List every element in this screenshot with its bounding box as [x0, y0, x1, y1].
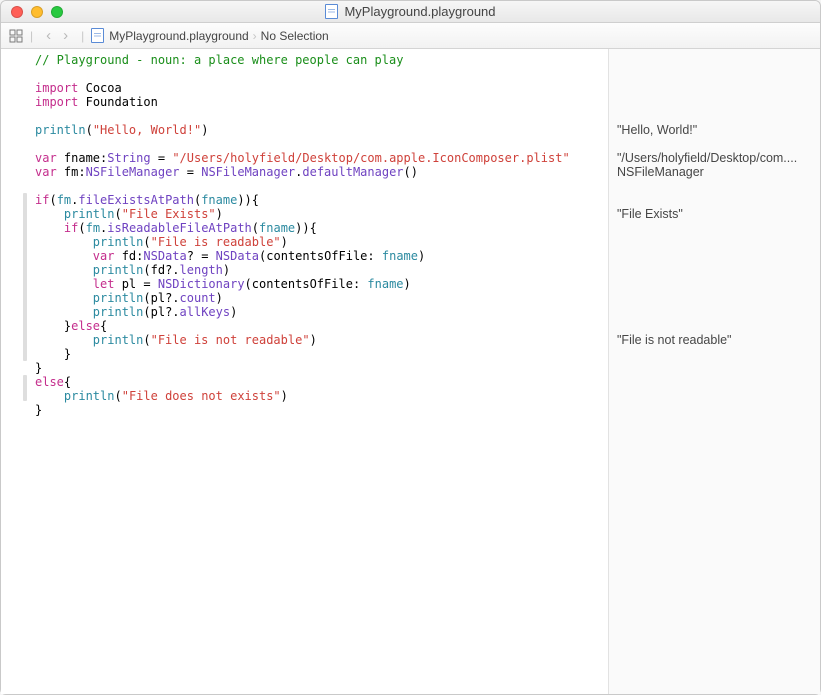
nav-back-icon[interactable]: ‹ [40, 28, 57, 43]
result-line[interactable]: "File Exists" [617, 207, 812, 221]
zoom-icon[interactable] [51, 6, 63, 18]
result-line[interactable]: "File is not readable" [617, 333, 812, 347]
result-line[interactable]: "/Users/holyfield/Desktop/com.... [617, 151, 812, 165]
jump-bar-selection[interactable]: No Selection [261, 29, 329, 43]
gutter [1, 49, 31, 694]
nav-forward-icon[interactable]: › [57, 28, 74, 43]
result-line[interactable]: "Hello, World!" [617, 123, 812, 137]
jump-bar: | ‹ › | MyPlayground.playground › No Sel… [1, 23, 820, 49]
block-indicator [23, 193, 27, 361]
window-traffic-lights [1, 6, 63, 18]
window-title: MyPlayground.playground [344, 4, 495, 19]
editor-body: // Playground - noun: a place where peop… [1, 49, 820, 694]
jump-bar-file-label: MyPlayground.playground [109, 29, 248, 43]
jump-bar-file[interactable]: MyPlayground.playground [91, 28, 248, 43]
results-sidebar: "Hello, World!" "/Users/holyfield/Deskto… [608, 49, 820, 694]
code-editor[interactable]: // Playground - noun: a place where peop… [31, 49, 608, 694]
block-indicator [23, 375, 27, 401]
xcode-window: MyPlayground.playground | ‹ › | MyPlaygr… [0, 0, 821, 695]
document-icon [325, 4, 338, 19]
code: // Playground - noun: a place where peop… [35, 53, 608, 417]
document-icon [91, 28, 104, 43]
related-items-icon[interactable] [9, 29, 23, 43]
close-icon[interactable] [11, 6, 23, 18]
minimize-icon[interactable] [31, 6, 43, 18]
result-line[interactable]: NSFileManager [617, 165, 812, 179]
titlebar: MyPlayground.playground [1, 1, 820, 23]
